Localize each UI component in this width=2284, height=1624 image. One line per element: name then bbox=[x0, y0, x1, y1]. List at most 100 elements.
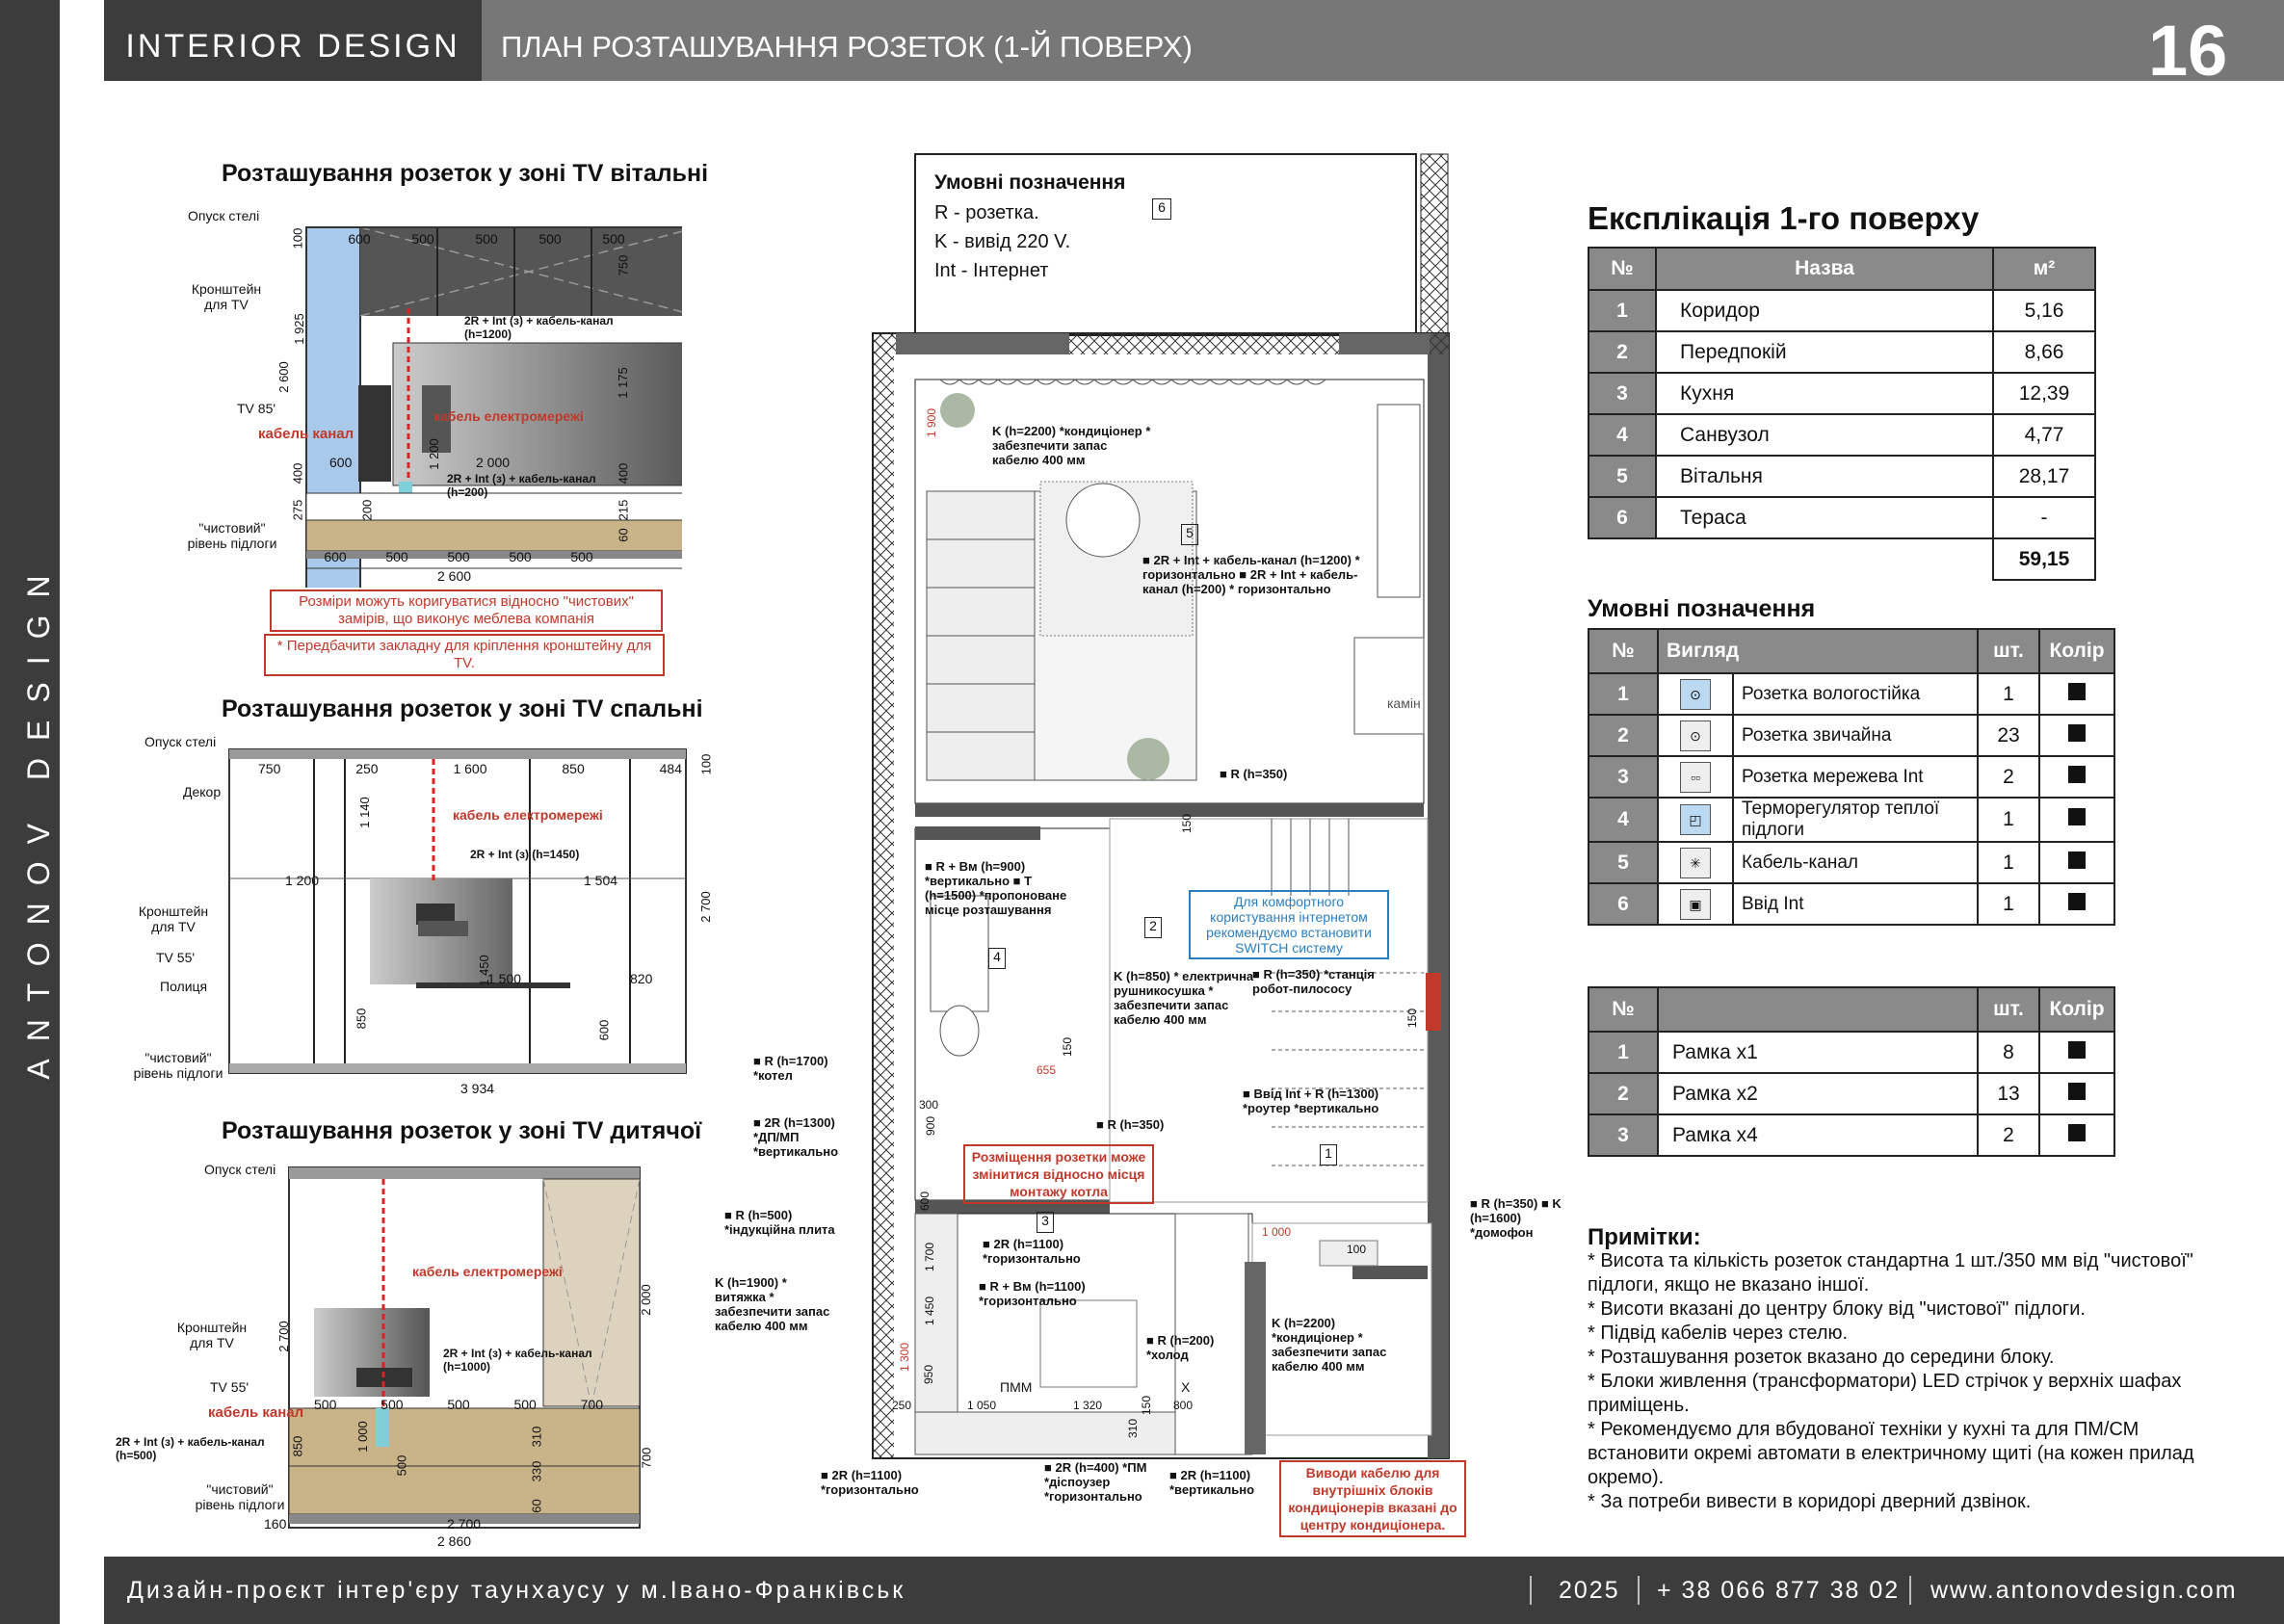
table-row: 6 ▣ Ввід Int 1 bbox=[1588, 882, 2115, 926]
plan-dim-11: 250 bbox=[892, 1399, 912, 1412]
table-row: 4 Санвузол 4,77 bbox=[1588, 413, 2096, 457]
socket-icon: ⊙ bbox=[1680, 720, 1711, 751]
explication-table: № Назва м² 1 Коридор 5,16 2 Передпокій 8,66 … bbox=[1588, 247, 2096, 581]
annot-boiler: ■ R (h=1700) *котел bbox=[753, 1054, 828, 1083]
color-swatch bbox=[2068, 851, 2086, 869]
tv-living-title: Розташування розеток у зоні TV вітальні bbox=[222, 160, 709, 187]
tv-kids-dim-left: 160 bbox=[264, 1516, 287, 1532]
tv-bedroom-dims-top: 750 250 1 600 850 484 bbox=[258, 761, 682, 776]
notes-block: Примітки: * Висота та кількість розеток … bbox=[1588, 1225, 2243, 1514]
plan-dim-8: 1 450 bbox=[923, 1296, 937, 1326]
room-badge-5: 5 bbox=[1181, 524, 1198, 545]
total-row: 59,15 bbox=[1588, 537, 2096, 581]
tv-kids-tv-label: TV 55' bbox=[210, 1379, 249, 1395]
plan-legend-line-3: Int - Інтернет bbox=[934, 260, 1049, 281]
annot-r350-a: ■ R (h=350) bbox=[1220, 767, 1288, 781]
footer-website[interactable]: www.antonovdesign.com bbox=[1930, 1557, 2238, 1624]
legend-header-qty: шт. bbox=[1977, 628, 2040, 674]
switch-note: Для комфортного користування інтернетом … bbox=[1189, 890, 1389, 959]
footer-phone[interactable]: + 38 066 877 38 02 bbox=[1657, 1557, 1900, 1624]
plan-dim-2: 150 bbox=[1061, 1036, 1075, 1058]
ac-note: Виводи кабелю для внутрішніх блоків конд… bbox=[1279, 1460, 1466, 1537]
tv-kids-floor-label: "чистовий" рівень підлоги bbox=[195, 1481, 285, 1512]
color-swatch bbox=[2068, 1040, 2086, 1059]
tv-living-dim-left-6: 1 200 bbox=[426, 438, 441, 470]
tv-bedroom-dim-mid-3: 820 bbox=[630, 971, 653, 986]
explication-header-name: Назва bbox=[1655, 247, 1994, 291]
table-row: 1 Рамка х1 8 bbox=[1588, 1031, 2115, 1074]
tv-bedroom-dim-v-5: 2 700 bbox=[697, 891, 713, 923]
legend-table: № Вигляд шт. Колір 1 ⊙ Розетка вологостійк… bbox=[1588, 628, 2115, 926]
footer-divider bbox=[1909, 1576, 1911, 1605]
tv-living-dim-left-1: 1 925 bbox=[291, 313, 306, 345]
note-item: * За потреби вивести в коридорі дверний … bbox=[1588, 1491, 2032, 1512]
fireplace-label: камін bbox=[1387, 695, 1421, 711]
plan-dim-1: 150 bbox=[1180, 813, 1195, 834]
explication-header-area: м² bbox=[1992, 247, 2096, 291]
color-swatch bbox=[2068, 1082, 2086, 1100]
tv-kids-cable-label: кабель канал bbox=[208, 1404, 304, 1421]
legend-header-num: № bbox=[1588, 628, 1659, 674]
annot-ac-kitchen: K (h=2200) *кондиціонер * забезпечити за… bbox=[1272, 1316, 1387, 1374]
annot-cold: ■ R (h=200) *холод bbox=[1146, 1333, 1215, 1362]
tv-kids-ceiling-label: Опуск стелі bbox=[204, 1162, 276, 1177]
tv-living-dim-right-1: 1 175 bbox=[615, 367, 630, 399]
tv-living-dims-bottom: 600 500 500 500 500 bbox=[324, 549, 593, 564]
plan-dim-9: 950 bbox=[922, 1364, 936, 1385]
annot-pm: ■ 2R (h=400) *ПМ *діспоузер *горизонталь… bbox=[1044, 1460, 1147, 1504]
x-mark: X bbox=[1181, 1379, 1191, 1395]
note-item: * Підвід кабелів через стелю. bbox=[1588, 1323, 1849, 1344]
tv-living-dim-right-4: 60 bbox=[616, 528, 631, 542]
tv-bedroom-socket: 2R + Int (з) (h=1450) bbox=[470, 848, 580, 861]
page-number: 16 bbox=[2148, 11, 2228, 91]
legend-header-view: Вигляд bbox=[1657, 628, 1979, 674]
plan-legend-line-2: K - вивід 220 V. bbox=[934, 231, 1071, 252]
table-row: 1 ⊙ Розетка вологостійка 1 bbox=[1588, 672, 2115, 716]
plan-dim-5: 300 bbox=[919, 1098, 939, 1112]
tv-kids-power-label: кабель електромережі bbox=[412, 1264, 563, 1279]
tv-kids-dim-v-5: 330 bbox=[529, 1460, 544, 1482]
tv-living-dim-left-4: 275 bbox=[290, 499, 305, 521]
tv-kids-dim-total-a: 2 700 bbox=[447, 1516, 482, 1532]
tv-kids-dim-v-0: 2 700 bbox=[276, 1321, 291, 1352]
tv-kids-dim-v-1: 850 bbox=[290, 1435, 305, 1457]
annot-ac-living: K (h=2200) *кондиціонер * забезпечити за… bbox=[992, 424, 1151, 467]
table-row: 5 ✳ Кабель-канал 1 bbox=[1588, 841, 2115, 884]
note-item: * Блоки живлення (трансформатори) LED ст… bbox=[1588, 1371, 2182, 1416]
tv-kids-bracket-label: Кронштейн для TV bbox=[176, 1320, 248, 1350]
plan-dim-3: 655 bbox=[1037, 1063, 1057, 1077]
room-badge-2: 2 bbox=[1144, 917, 1162, 938]
tv-bedroom-bracket-label: Кронштейн для TV bbox=[138, 904, 209, 934]
tv-kids-title: Розташування розеток у зоні TV дитячої bbox=[222, 1117, 702, 1144]
tv-bedroom-dim-v-0: 1 140 bbox=[356, 797, 372, 828]
room-badge-6: 6 bbox=[1152, 198, 1171, 220]
tv-bedroom-dim-mid-1: 1 504 bbox=[584, 873, 618, 888]
tv-bedroom-tv-label: TV 55' bbox=[156, 950, 196, 965]
internet-input-icon: ▣ bbox=[1680, 888, 1711, 920]
plan-legend-title: Умовні позначення bbox=[934, 171, 1126, 194]
color-swatch bbox=[2068, 723, 2086, 742]
tv-bedroom-ceiling-label: Опуск стелі bbox=[144, 734, 217, 749]
table-row: 2 ⊙ Розетка звичайна 23 bbox=[1588, 714, 2115, 757]
tv-living-cable-label: кабель канал bbox=[258, 426, 354, 442]
footer-divider bbox=[1638, 1576, 1640, 1605]
tv-living-dim-left-0: 100 bbox=[290, 227, 305, 249]
plan-dim-19: 150 bbox=[1405, 1008, 1420, 1029]
tv-bedroom-dim-mid-2: 1 500 bbox=[487, 971, 522, 986]
tv-kids-dim-v-2: 1 000 bbox=[354, 1421, 370, 1453]
annot-rvm: ■ R + Вм (h=1100) *горизонтально bbox=[979, 1279, 1086, 1308]
tv-kids-dim-total-b: 2 860 bbox=[437, 1533, 472, 1549]
tv-living-floor-label: "чистовий" рівень підлоги bbox=[187, 520, 277, 551]
room-badge-4: 4 bbox=[988, 948, 1006, 969]
plan-dim-6: 600 bbox=[918, 1191, 932, 1212]
explication-total: 59,15 bbox=[1992, 537, 2096, 581]
header-brand: INTERIOR DESIGN bbox=[104, 0, 482, 81]
annot-tv-living: ■ 2R + Int + кабель-канал (h=1200) * гор… bbox=[1142, 553, 1360, 596]
boiler-note: Розміщення розетки може змінитися віднос… bbox=[963, 1144, 1154, 1204]
tv-kids-socket-bottom: 2R + Int (з) + кабель-канал (h=500) bbox=[116, 1435, 265, 1462]
tv-kids-dim-v-8: 700 bbox=[639, 1447, 654, 1469]
cable-channel-icon: ✳ bbox=[1680, 847, 1711, 878]
annot-dp: ■ 2R (h=1300) *ДП/МП *вертикально bbox=[753, 1115, 839, 1159]
note-item: * Висоти вказані до центру блоку від "чи… bbox=[1588, 1298, 2086, 1320]
table-row: 3 ▫▫ Розетка мережева Int 2 bbox=[1588, 755, 2115, 799]
